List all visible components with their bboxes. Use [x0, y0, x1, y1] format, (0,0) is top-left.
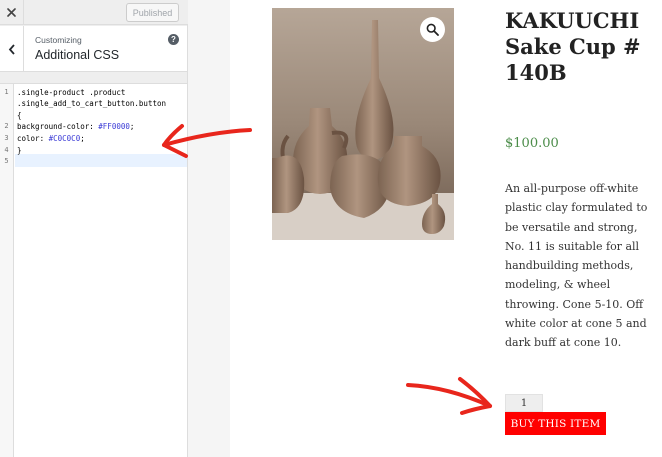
annotation-arrow-icon	[162, 124, 252, 158]
code-property: color:	[17, 134, 49, 143]
section-title: Additional CSS	[35, 48, 120, 62]
code-value: #C0C0C0	[48, 134, 81, 143]
line-number-gutter: 1 2 3 4 5	[0, 84, 14, 457]
code-property: background-color:	[17, 122, 99, 131]
code-brace-open: {	[17, 111, 22, 120]
code-background-color-line: background-color: #FF0000;	[17, 122, 134, 131]
code-semicolon: ;	[80, 134, 85, 143]
code-selector-line: .single_add_to_cart_button.button	[17, 99, 167, 108]
back-button[interactable]	[0, 26, 24, 72]
line-number: 4	[4, 146, 9, 154]
customizer-sidebar: Published Customizing Additional CSS ? 1…	[0, 0, 188, 457]
close-customizer-button[interactable]	[0, 0, 24, 25]
section-header: Customizing Additional CSS ?	[0, 26, 187, 72]
code-brace-close: }	[17, 146, 22, 155]
product-description: An all-purpose off-white plastic clay fo…	[505, 182, 648, 350]
code-semicolon: ;	[129, 122, 135, 131]
code-selector-line: .single-product .product	[17, 88, 126, 97]
line-number: 3	[4, 134, 9, 142]
line-number: 2	[4, 122, 9, 130]
product-title: KAKUUCHI Sake Cup #140B	[505, 8, 641, 85]
buy-button[interactable]: BUY THIS ITEM	[505, 412, 606, 435]
close-icon	[7, 8, 16, 17]
customizing-label: Customizing	[35, 35, 82, 45]
chevron-left-icon	[8, 43, 15, 55]
annotation-arrow-icon	[406, 377, 492, 415]
code-value: #FF0000	[98, 122, 130, 131]
quantity-input[interactable]: 1	[505, 394, 543, 412]
magnifier-icon	[426, 23, 439, 36]
code-color-line: color: #C0C0C0;	[17, 134, 85, 143]
product-image[interactable]	[272, 8, 454, 240]
line-number: 1	[4, 88, 9, 96]
zoom-button[interactable]	[420, 17, 445, 42]
product-price: $100.00	[505, 136, 559, 151]
line-number: 5	[4, 157, 9, 165]
customizer-topbar: Published	[0, 0, 188, 25]
help-icon[interactable]: ?	[168, 34, 179, 45]
publish-button[interactable]: Published	[126, 3, 179, 22]
pottery-photo	[272, 8, 454, 240]
css-code-editor[interactable]: 1 2 3 4 5 .single-product .product .sing…	[0, 83, 187, 457]
